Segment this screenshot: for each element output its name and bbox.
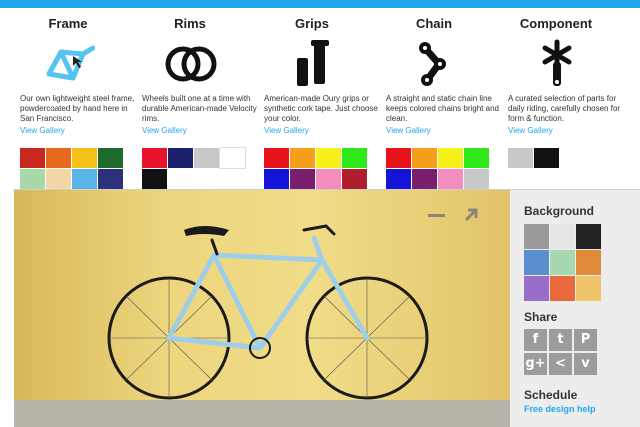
- chain-view-gallery-link[interactable]: View Gallery: [386, 126, 431, 135]
- bike-frame-icon[interactable]: [43, 38, 95, 90]
- expand-icon[interactable]: [462, 206, 480, 224]
- chain-description: A straight and static chain line keeps c…: [386, 94, 499, 123]
- component-title: Component: [519, 16, 593, 31]
- frame-column[interactable]: Frame Our own lightweight steel frame, p…: [14, 8, 136, 190]
- chain-title: Chain: [415, 16, 453, 31]
- color-swatch[interactable]: [342, 169, 367, 189]
- share-title: Share: [524, 310, 558, 324]
- background-swatch[interactable]: [550, 224, 575, 249]
- component-description: A curated selection of parts for daily r…: [508, 94, 621, 123]
- background-title: Background: [524, 204, 595, 218]
- color-swatch[interactable]: [464, 148, 489, 168]
- background-swatch[interactable]: [576, 276, 601, 301]
- rims-title: Rims: [174, 16, 206, 31]
- color-swatch[interactable]: [438, 148, 463, 168]
- component-icon[interactable]: [531, 38, 583, 90]
- grips-title: Grips: [295, 16, 329, 31]
- color-swatch[interactable]: [316, 148, 341, 168]
- frame-description: Our own lightweight steel frame, powderc…: [20, 94, 135, 123]
- color-swatch[interactable]: [342, 148, 367, 168]
- twitter-icon[interactable]: t: [549, 329, 572, 351]
- color-swatch[interactable]: [264, 169, 289, 189]
- color-swatch[interactable]: [290, 148, 315, 168]
- chain-column[interactable]: Chain A straight and static chain line k…: [380, 8, 502, 190]
- background-swatch[interactable]: [576, 250, 601, 275]
- share-icon[interactable]: <: [549, 353, 572, 375]
- color-swatch[interactable]: [98, 148, 123, 168]
- color-swatch[interactable]: [438, 169, 463, 189]
- color-swatch[interactable]: [386, 148, 411, 168]
- background-swatch[interactable]: [524, 224, 549, 249]
- color-swatch[interactable]: [20, 148, 45, 168]
- background-swatch[interactable]: [550, 250, 575, 275]
- rims-description: Wheels built one at a time with durable …: [142, 94, 257, 123]
- color-swatch[interactable]: [98, 169, 123, 189]
- frame-view-gallery-link[interactable]: View Gallery: [20, 126, 65, 135]
- background-swatch[interactable]: [524, 276, 549, 301]
- color-swatch[interactable]: [534, 148, 559, 168]
- grips-icon[interactable]: [287, 38, 339, 90]
- color-swatch[interactable]: [72, 148, 97, 168]
- background-swatch[interactable]: [550, 276, 575, 301]
- pinterest-icon[interactable]: P: [574, 329, 597, 351]
- zoom-out-icon[interactable]: [428, 214, 445, 217]
- grips-column[interactable]: Grips American-made Oury grips or synthe…: [258, 8, 380, 190]
- top-accent-bar: [0, 0, 640, 8]
- background-swatch[interactable]: [524, 250, 549, 275]
- color-swatch[interactable]: [508, 148, 533, 168]
- grips-description: American-made Oury grips or synthetic co…: [264, 94, 378, 123]
- color-swatch[interactable]: [412, 148, 437, 168]
- part-columns: Frame Our own lightweight steel frame, p…: [14, 8, 626, 190]
- color-swatch[interactable]: [219, 147, 246, 169]
- color-swatch[interactable]: [72, 169, 97, 189]
- bike-image: [107, 224, 429, 400]
- color-swatch[interactable]: [264, 148, 289, 168]
- color-swatch[interactable]: [168, 148, 193, 168]
- color-swatch[interactable]: [46, 148, 71, 168]
- options-sidebar: Background Share f t Pg+ < v Schedule Free d…: [510, 190, 640, 427]
- color-swatch[interactable]: [142, 148, 167, 168]
- color-swatch[interactable]: [316, 169, 341, 189]
- download-icon[interactable]: v: [574, 353, 597, 375]
- component-view-gallery-link[interactable]: View Gallery: [508, 126, 553, 135]
- bike-preview[interactable]: [14, 190, 510, 427]
- rims-icon[interactable]: [165, 38, 217, 90]
- color-swatch[interactable]: [412, 169, 437, 189]
- free-design-help-link[interactable]: Free design help: [524, 404, 596, 414]
- google-plus-icon[interactable]: g+: [524, 353, 547, 375]
- grips-view-gallery-link[interactable]: View Gallery: [264, 126, 309, 135]
- frame-title: Frame: [48, 16, 88, 31]
- color-swatch[interactable]: [20, 169, 45, 189]
- chain-icon[interactable]: [409, 38, 461, 90]
- rims-column[interactable]: Rims Wheels built one at a time with dur…: [136, 8, 258, 190]
- component-column[interactable]: Component A curated selection of parts f…: [502, 8, 624, 190]
- schedule-title: Schedule: [524, 388, 578, 402]
- color-swatch[interactable]: [194, 148, 219, 168]
- color-swatch[interactable]: [290, 169, 315, 189]
- facebook-icon[interactable]: f: [524, 329, 547, 351]
- color-swatch[interactable]: [386, 169, 411, 189]
- background-swatch[interactable]: [576, 224, 601, 249]
- color-swatch[interactable]: [46, 169, 71, 189]
- color-swatch[interactable]: [142, 169, 167, 189]
- color-swatch[interactable]: [464, 169, 489, 189]
- rims-view-gallery-link[interactable]: View Gallery: [142, 126, 187, 135]
